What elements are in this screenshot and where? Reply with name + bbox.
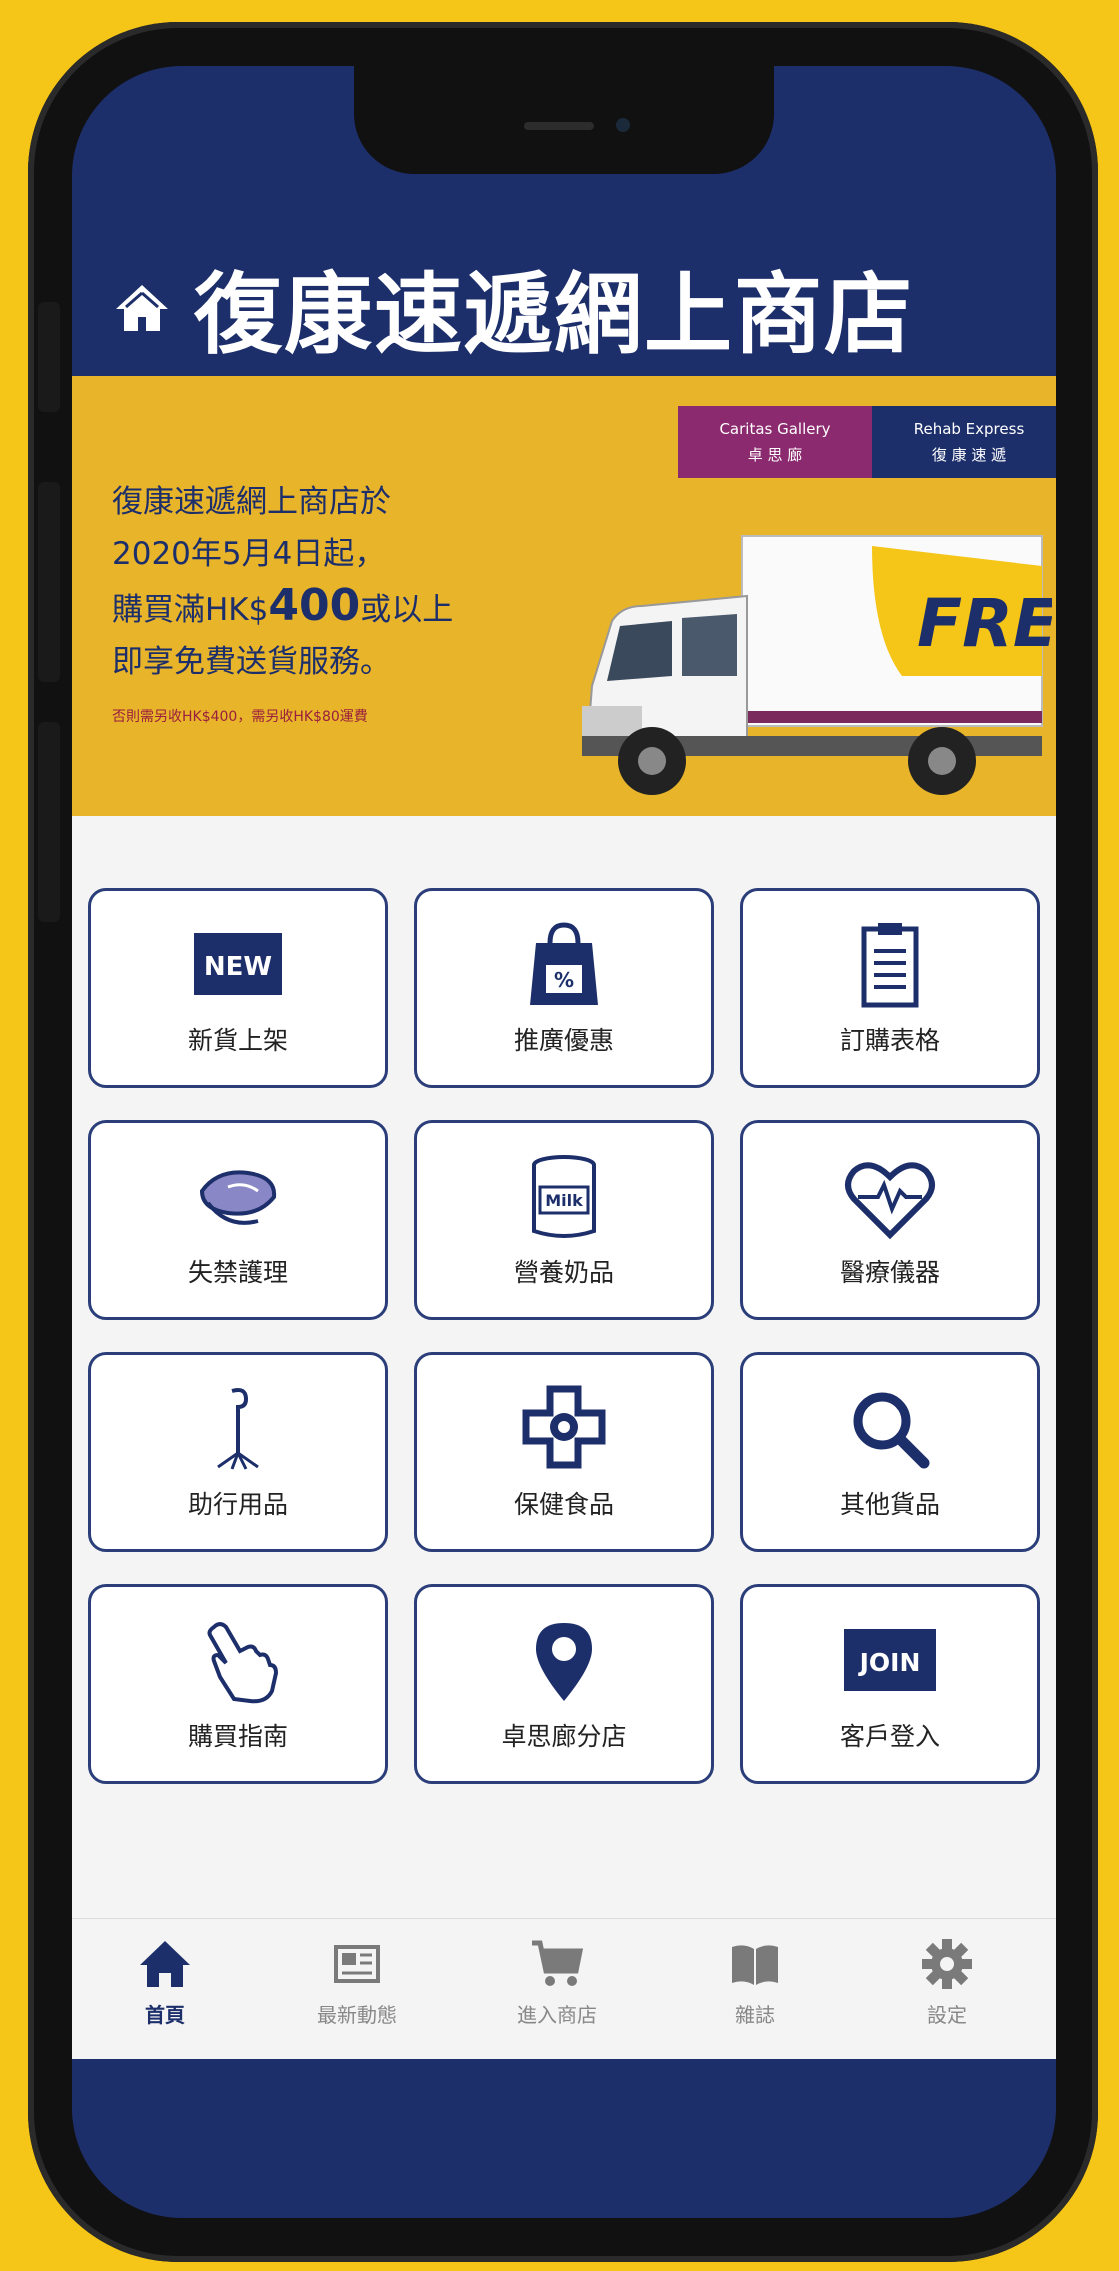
home-icon: [140, 1941, 190, 1987]
tab-settings[interactable]: 設定: [872, 1937, 1022, 2028]
brand-logo-caritas: Caritas Gallery 卓 思 廊: [678, 406, 872, 478]
tab-news[interactable]: 最新動態: [282, 1937, 432, 2028]
book-icon: [732, 1945, 778, 1985]
health-cross-icon: [522, 1385, 606, 1469]
news-icon: [334, 1945, 380, 1983]
join-icon: JOIN: [844, 1629, 936, 1691]
tile-nutrition-milk[interactable]: Milk 營養奶品: [414, 1120, 714, 1320]
app-header: 復康速遞網上商店: [72, 241, 1056, 373]
tile-incontinence-care[interactable]: 失禁護理: [88, 1120, 388, 1320]
phone-screen: 復康速遞網上商店 Caritas Gallery 卓 思 廊 Rehab Exp…: [72, 66, 1056, 2218]
tile-new-arrivals[interactable]: NEW 新貨上架: [88, 888, 388, 1088]
gear-icon: [922, 1939, 972, 1989]
svg-text:%: %: [554, 968, 574, 992]
notch: [354, 66, 774, 174]
diaper-icon: [199, 1170, 277, 1225]
phone-frame: 復康速遞網上商店 Caritas Gallery 卓 思 廊 Rehab Exp…: [28, 22, 1098, 2262]
tile-buying-guide[interactable]: 購買指南: [88, 1584, 388, 1784]
svg-text:NEW: NEW: [204, 952, 272, 982]
tab-home[interactable]: 首頁: [90, 1937, 240, 2028]
walking-cane-icon: [217, 1388, 259, 1470]
page-title: 復康速遞網上商店: [194, 262, 915, 366]
category-grid: NEW 新貨上架 % 推廣優惠 訂購表格 失禁護理 Milk 營養奶品 醫療儀器…: [72, 816, 1056, 1918]
pointing-hand-icon: [207, 1622, 279, 1704]
discount-bag-icon: %: [530, 922, 598, 1005]
milk-can-icon: Milk: [532, 1155, 596, 1238]
side-button: [38, 482, 60, 682]
tab-magazine[interactable]: 雜誌: [680, 1937, 830, 2028]
side-button: [38, 302, 60, 412]
tile-order-form[interactable]: 訂購表格: [740, 888, 1040, 1088]
bottom-tab-bar: 首頁 最新動態 進入商店 雜誌 設定: [72, 1918, 1056, 2059]
svg-text:JOIN: JOIN: [858, 1648, 921, 1677]
tile-health-food[interactable]: 保健食品: [414, 1352, 714, 1552]
promo-footnote: 否則需另收HK$400，需另收HK$80運費: [112, 709, 368, 725]
clipboard-icon: [861, 923, 919, 1008]
tab-shop[interactable]: 進入商店: [482, 1937, 632, 2028]
promo-text: 復康速遞網上商店於 2020年5月4日起， 購買滿HK$400或以上 即享免費送…: [112, 484, 454, 680]
speaker: [524, 122, 594, 130]
camera: [616, 118, 630, 132]
new-icon: NEW: [194, 933, 282, 995]
tile-customer-login[interactable]: JOIN 客戶登入: [740, 1584, 1040, 1784]
side-button: [38, 722, 60, 922]
promo-banner[interactable]: Caritas Gallery 卓 思 廊 Rehab Express 復 康 …: [72, 376, 1056, 816]
cart-icon: [532, 1940, 584, 1986]
search-icon: [853, 1392, 930, 1469]
tile-mobility-aids[interactable]: 助行用品: [88, 1352, 388, 1552]
home-icon[interactable]: [112, 277, 172, 337]
location-pin-icon: [536, 1623, 592, 1701]
tile-medical-devices[interactable]: 醫療儀器: [740, 1120, 1040, 1320]
tile-store-locations[interactable]: 卓思廊分店: [414, 1584, 714, 1784]
tile-promotions[interactable]: % 推廣優惠: [414, 888, 714, 1088]
tile-other-products[interactable]: 其他貨品: [740, 1352, 1040, 1552]
brand-logo-rehab: Rehab Express 復 康 速 遞: [872, 406, 1056, 478]
svg-text:Milk: Milk: [545, 1191, 583, 1210]
delivery-truck-icon: FREE: [582, 535, 1052, 795]
svg-text:FREE: FREE: [917, 585, 1052, 662]
heartbeat-icon: [845, 1162, 935, 1240]
